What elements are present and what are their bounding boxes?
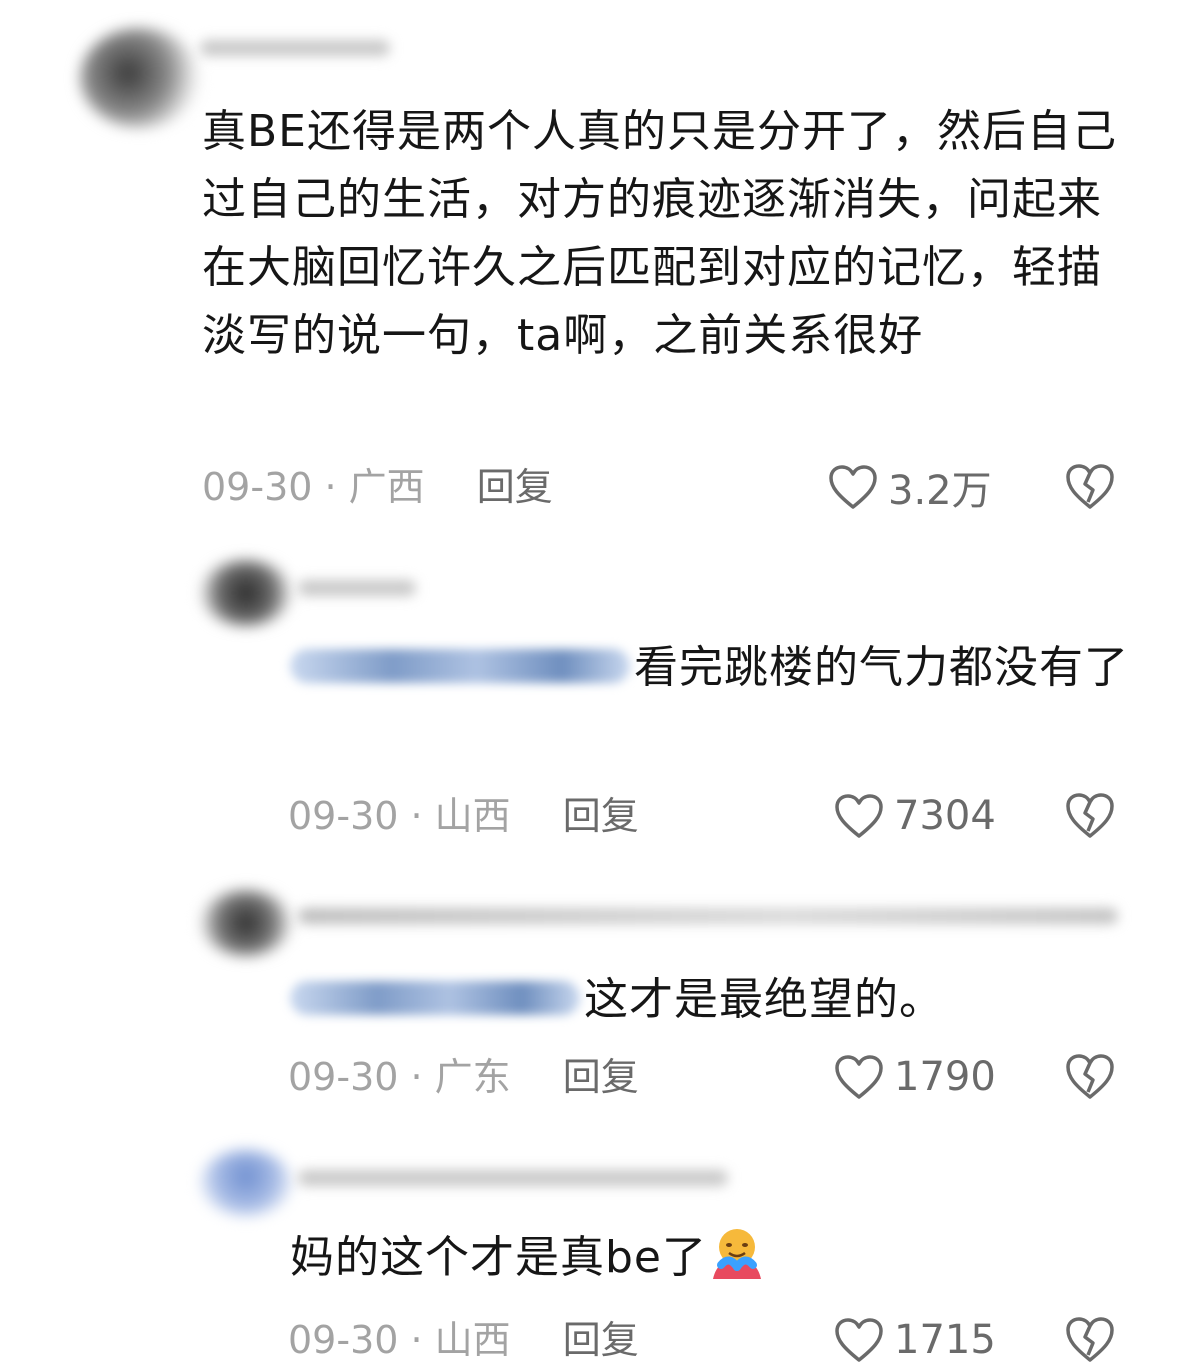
like-button[interactable]: 3.2万 [828, 463, 992, 514]
comment-meta: 09-30 · 广东 回复 [288, 1053, 639, 1101]
comment-date: 09-30 [202, 465, 313, 509]
like-button[interactable]: 1715 [834, 1316, 996, 1364]
reply-button[interactable]: 回复 [563, 1055, 639, 1099]
reply-mention-blurred[interactable] [290, 981, 580, 1015]
comment-location: 山西 [434, 794, 511, 838]
comment-text-content: 这才是最绝望的。 [584, 974, 944, 1025]
meta-separator: · [398, 1318, 435, 1362]
reply-button[interactable]: 回复 [477, 465, 553, 509]
reply-button[interactable]: 回复 [563, 794, 639, 838]
hugging-face-emoji [713, 1229, 761, 1279]
broken-heart-icon[interactable] [1064, 791, 1116, 839]
like-count: 3.2万 [888, 468, 992, 514]
heart-outline-icon [829, 465, 877, 509]
avatar[interactable] [200, 560, 292, 626]
heart-outline-icon [835, 794, 883, 838]
comment-text: 这才是最绝望的。 [290, 966, 1130, 1034]
like-count: 1715 [894, 1317, 996, 1363]
like-button[interactable]: 7304 [834, 792, 996, 840]
comment-2: 看完跳楼的气力都没有了 09-30 · 山西 回复 7304 [0, 540, 1178, 870]
broken-heart-icon[interactable] [1064, 1052, 1116, 1100]
comment-text: 真BE还得是两个人真的只是分开了，然后自己过自己的生活，对方的痕迹逐渐消失，问起… [202, 106, 1117, 361]
meta-separator: · [312, 465, 349, 509]
reply-mention-blurred[interactable] [290, 649, 630, 683]
comment-date: 09-30 [288, 794, 399, 838]
heart-outline-icon [835, 1055, 883, 1099]
comment-location: 广西 [348, 465, 425, 509]
comment-date: 09-30 [288, 1318, 399, 1362]
avatar[interactable] [80, 28, 200, 128]
comment-4: 妈的这个才是真be了 09-30 · 山西 回复 1715 [0, 1140, 1178, 1364]
comment-date: 09-30 [288, 1055, 399, 1099]
heart-outline-icon [835, 1318, 883, 1362]
avatar[interactable] [200, 890, 292, 956]
meta-separator: · [398, 794, 435, 838]
like-count: 7304 [894, 793, 996, 839]
comment-meta: 09-30 · 山西 回复 [288, 792, 639, 840]
comment-3: 这才是最绝望的。 09-30 · 广东 回复 1790 [0, 870, 1178, 1140]
like-button[interactable]: 1790 [834, 1053, 996, 1101]
comment-text: 看完跳楼的气力都没有了 [290, 634, 1130, 702]
comment-text-content: 看完跳楼的气力都没有了 [634, 642, 1129, 693]
username[interactable] [298, 580, 416, 596]
broken-heart-icon[interactable] [1064, 1315, 1116, 1363]
comment-location: 山西 [434, 1318, 511, 1362]
comment-meta: 09-30 · 广西 回复 [202, 463, 553, 511]
comment-meta: 09-30 · 山西 回复 [288, 1316, 639, 1364]
comment-text: 妈的这个才是真be了 [290, 1224, 1130, 1292]
broken-heart-icon[interactable] [1064, 462, 1116, 510]
username[interactable] [298, 1170, 728, 1186]
meta-separator: · [398, 1055, 435, 1099]
avatar[interactable] [200, 1150, 292, 1216]
username[interactable] [200, 40, 390, 56]
comment-1: 真BE还得是两个人真的只是分开了，然后自己过自己的生活，对方的痕迹逐渐消失，问起… [0, 0, 1178, 540]
comment-text-content: 妈的这个才是真be了 [290, 1232, 707, 1283]
comment-location: 广东 [434, 1055, 511, 1099]
reply-button[interactable]: 回复 [563, 1318, 639, 1362]
like-count: 1790 [894, 1054, 996, 1100]
username[interactable] [298, 908, 1118, 924]
